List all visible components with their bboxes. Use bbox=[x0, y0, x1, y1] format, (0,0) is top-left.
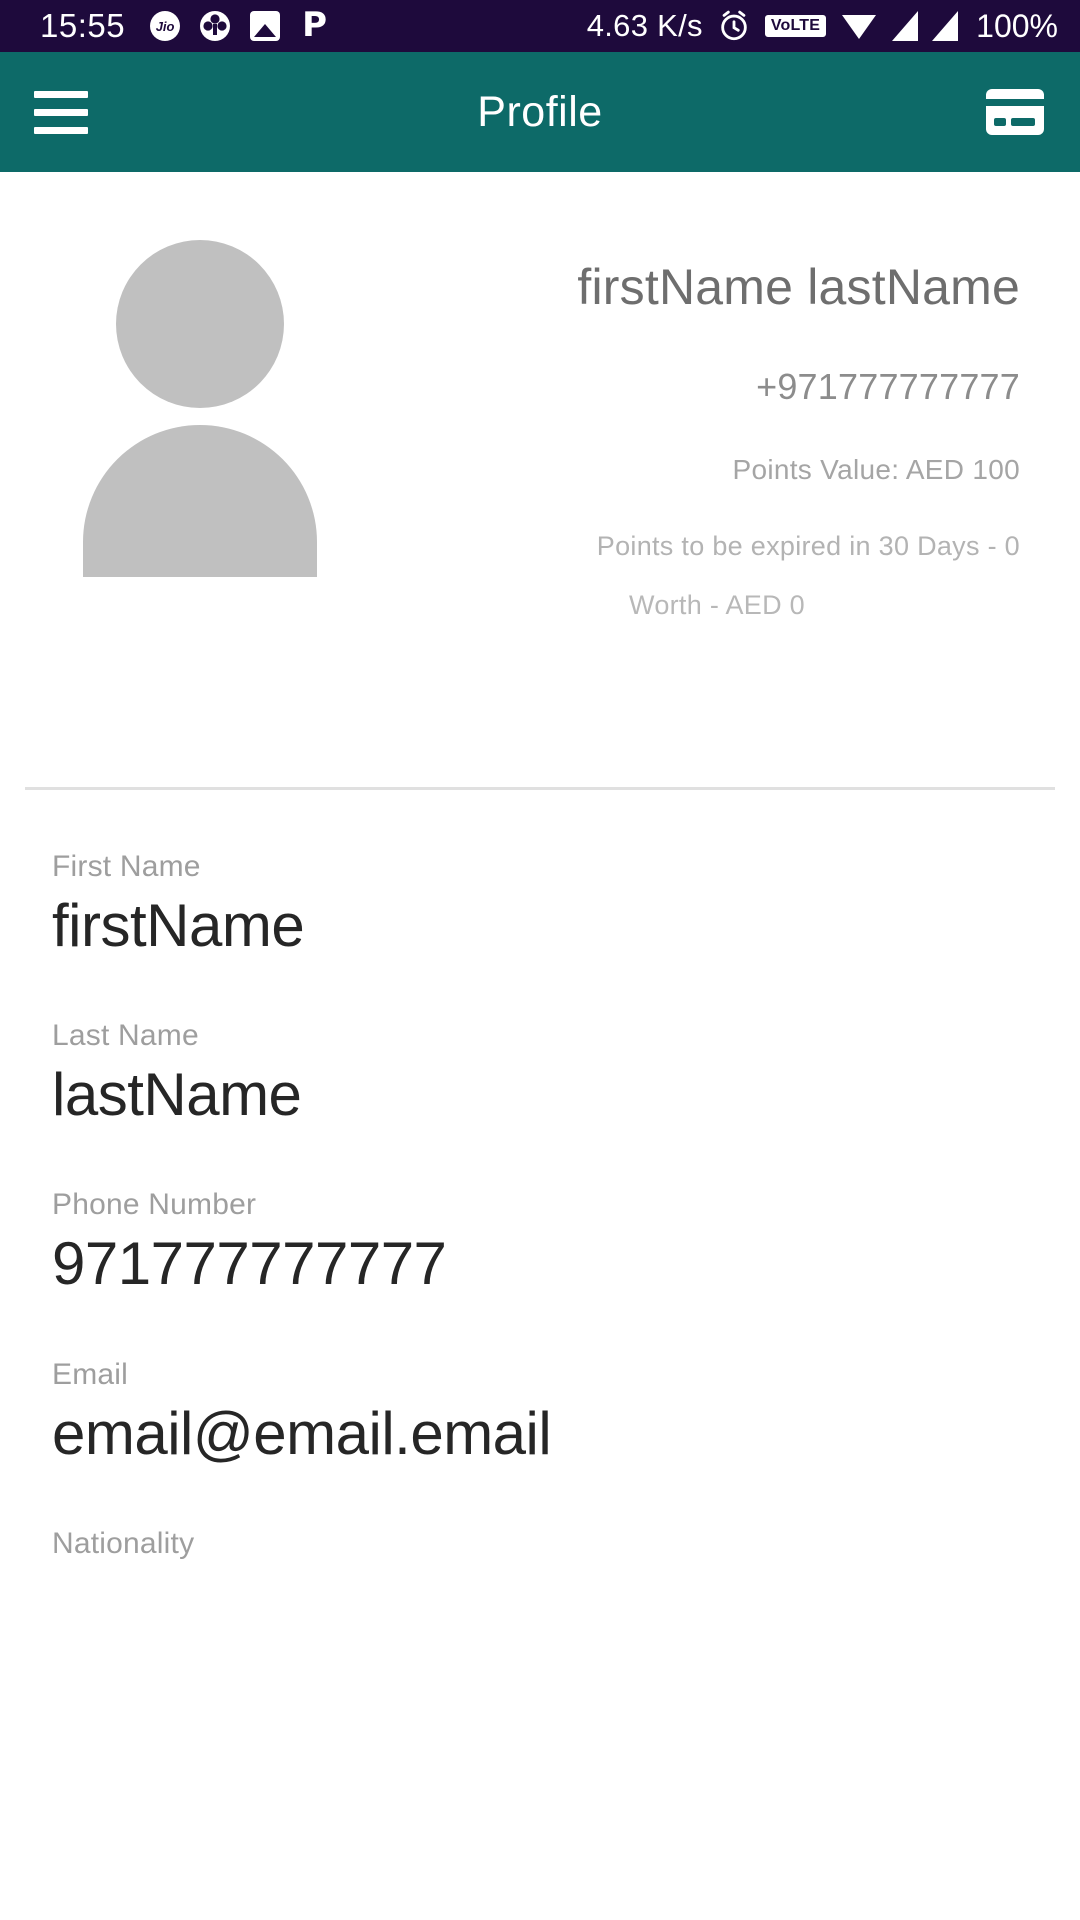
app-bar: Profile bbox=[0, 52, 1080, 172]
points-value-label: Points Value: AED 100 bbox=[732, 454, 1020, 485]
field-last-name[interactable]: Last Name lastName bbox=[52, 1019, 1028, 1128]
hamburger-menu-icon[interactable] bbox=[34, 90, 88, 134]
jio-icon: Jio bbox=[149, 10, 181, 42]
profile-summary: firstName lastName +971777777777 Points … bbox=[400, 214, 1080, 732]
field-label: Email bbox=[52, 1357, 129, 1391]
profile-name: firstName lastName bbox=[577, 259, 1020, 315]
avatar-head bbox=[116, 240, 284, 408]
field-value[interactable] bbox=[52, 1569, 1028, 1579]
status-bar-clock: 15:55 bbox=[40, 7, 126, 44]
field-value[interactable]: lastName bbox=[52, 1061, 1028, 1128]
battery-percentage-label: 100% bbox=[976, 7, 1058, 44]
hamburger-line bbox=[34, 108, 88, 116]
signal-icon-2 bbox=[932, 11, 959, 41]
points-worth-label: Worth - AED 0 bbox=[629, 590, 805, 620]
field-label: Last Name bbox=[52, 1019, 199, 1053]
field-label: Nationality bbox=[52, 1526, 195, 1560]
hamburger-line bbox=[34, 126, 88, 134]
field-nationality[interactable]: Nationality bbox=[52, 1527, 1028, 1579]
field-value[interactable]: 971777777777 bbox=[52, 1230, 1028, 1297]
card-icon[interactable] bbox=[984, 87, 1046, 137]
field-label: First Name bbox=[52, 850, 201, 883]
hamburger-line bbox=[34, 90, 88, 98]
profile-header: firstName lastName +971777777777 Points … bbox=[0, 172, 1080, 732]
avatar-body bbox=[83, 425, 317, 577]
field-phone-number[interactable]: Phone Number 971777777777 bbox=[52, 1188, 1028, 1297]
status-bar-notification-icons: Jio P bbox=[149, 5, 331, 45]
signal-icon-1 bbox=[892, 11, 919, 41]
volte-icon: VoLTE bbox=[764, 15, 827, 37]
wifi-icon bbox=[842, 15, 877, 39]
field-email[interactable]: Email email@email.email bbox=[52, 1358, 1028, 1467]
points-expiry-label: Points to be expired in 30 Days - 0 bbox=[596, 531, 1020, 561]
clubs-icon bbox=[199, 10, 231, 42]
page-title: Profile bbox=[477, 87, 603, 136]
profile-details-form: First Name firstName Last Name lastName … bbox=[0, 790, 1080, 1579]
field-value[interactable]: firstName bbox=[52, 892, 1028, 959]
field-value[interactable]: email@email.email bbox=[52, 1400, 1028, 1467]
p-app-icon: P bbox=[302, 5, 328, 45]
person-placeholder-icon bbox=[65, 232, 335, 577]
alarm-clock-icon bbox=[721, 10, 747, 41]
field-label: Phone Number bbox=[52, 1188, 257, 1222]
photo-icon bbox=[249, 10, 281, 42]
avatar[interactable] bbox=[0, 214, 400, 732]
status-bar: 15:55 Jio P 4.63 K/s VoLTE 100% bbox=[0, 0, 1080, 52]
network-speed-label: 4.63 K/s bbox=[586, 8, 703, 43]
field-first-name[interactable]: First Name firstName bbox=[52, 850, 1028, 959]
profile-phone: +971777777777 bbox=[756, 366, 1020, 407]
status-bar-system-icons: 4.63 K/s VoLTE 100% bbox=[587, 8, 1058, 45]
